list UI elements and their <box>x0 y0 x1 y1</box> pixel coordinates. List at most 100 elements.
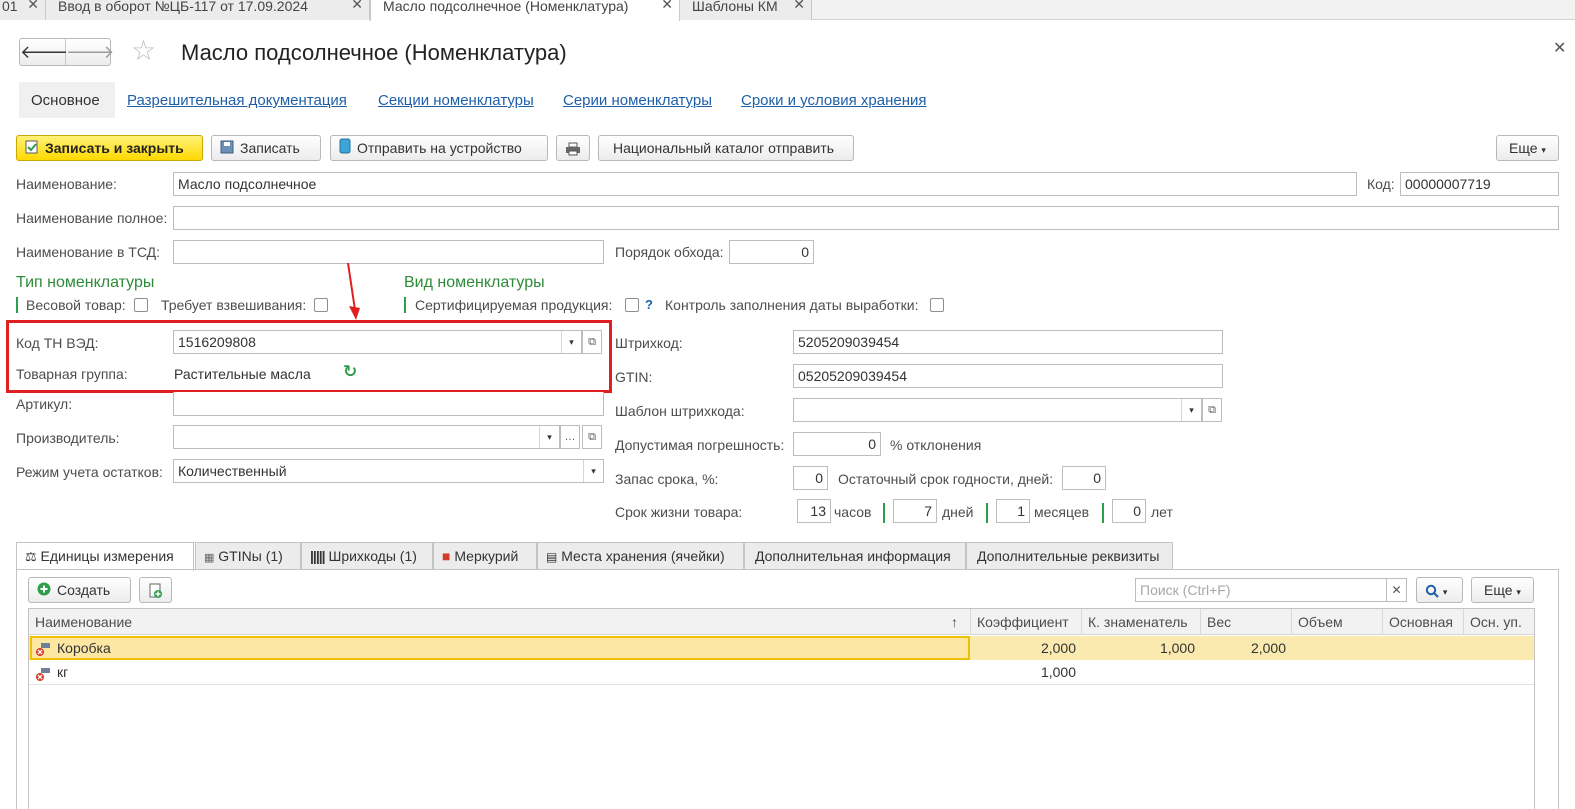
maker-input[interactable]: ▾ <box>173 425 560 449</box>
close-icon[interactable]: ✕ <box>27 0 39 11</box>
life-years-input[interactable]: 0 <box>1112 499 1146 523</box>
close-icon[interactable]: ✕ <box>661 0 673 11</box>
close-form-icon[interactable]: ✕ <box>1553 38 1566 58</box>
certified-checkbox[interactable] <box>625 298 639 312</box>
cell-denom <box>1082 660 1201 684</box>
chevron-down-icon[interactable]: ▾ <box>1181 399 1201 421</box>
barcode-input[interactable]: 5205209039454 <box>793 330 1223 354</box>
remaining-input[interactable]: 0 <box>1062 466 1106 490</box>
national-catalog-button[interactable]: Национальный каталог отправить <box>598 135 854 161</box>
reserve-label: Запас срока, %: <box>615 471 719 487</box>
barcode-tpl-input[interactable]: ▾ <box>793 398 1202 422</box>
column-header-weight[interactable]: Вес <box>1201 609 1292 635</box>
years-unit: лет <box>1151 504 1173 520</box>
help-icon[interactable]: ? <box>645 297 653 312</box>
group-bar <box>16 297 18 313</box>
code-input[interactable]: 00000007719 <box>1400 172 1559 196</box>
tab-additional-props[interactable]: Дополнительные реквизиты <box>966 542 1173 569</box>
window-tab[interactable]: 01 ✕ <box>0 0 46 20</box>
stock-mode-select[interactable]: Количественный ▾ <box>173 459 604 483</box>
gtin-input[interactable]: 05205209039454 <box>793 364 1223 388</box>
print-button[interactable] <box>556 135 590 161</box>
cell-volume <box>1292 636 1383 660</box>
cell-weight <box>1201 660 1292 684</box>
prod-date-checkbox[interactable] <box>930 298 944 312</box>
select-ellipsis-icon[interactable]: … <box>560 425 580 449</box>
open-icon[interactable]: ⧉ <box>582 330 602 354</box>
window-tab-active[interactable]: Масло подсолнечное (Номенклатура) ✕ <box>370 0 680 21</box>
favorite-star-icon[interactable]: ☆ <box>131 36 156 66</box>
tab-units[interactable]: ⚖ Единицы измерения <box>16 542 194 571</box>
clear-search-icon[interactable]: ✕ <box>1386 578 1407 602</box>
column-header-main[interactable]: Основная <box>1383 609 1464 635</box>
forward-arrow-icon[interactable]: 🡒 <box>66 39 114 65</box>
order-input[interactable]: 0 <box>729 240 814 264</box>
barcode-tpl-label: Шаблон штрихкода: <box>615 403 745 419</box>
window-tab-label: 01 <box>2 0 18 14</box>
tab-label: GTINы (1) <box>218 548 283 564</box>
article-input[interactable] <box>173 392 604 416</box>
create-button[interactable]: Создать <box>28 577 131 603</box>
nav-link-sections[interactable]: Секции номенклатуры <box>378 92 534 109</box>
window-tab[interactable]: Шаблоны КМ ✕ <box>680 0 812 20</box>
printer-icon <box>565 140 581 156</box>
maker-label: Производитель: <box>16 430 120 446</box>
need-weigh-checkbox[interactable] <box>314 298 328 312</box>
nav-link-series[interactable]: Серии номенклатуры <box>563 92 712 109</box>
refresh-icon[interactable]: ↻ <box>343 362 357 382</box>
group-bar <box>986 503 988 523</box>
send-device-button[interactable]: Отправить на устройство <box>330 135 548 161</box>
name-input[interactable]: Масло подсолнечное <box>173 172 1357 196</box>
tab-barcodes[interactable]: ||||| Шрихкоды (1) <box>301 542 433 569</box>
weight-checkbox[interactable] <box>134 298 148 312</box>
tab-storage-places[interactable]: ▤ Места хранения (ячейки) <box>537 542 744 569</box>
sort-asc-icon[interactable]: ↑ <box>951 609 958 635</box>
more-button[interactable]: Еще ▾ <box>1496 135 1559 161</box>
search-button[interactable]: ▾ <box>1416 577 1463 603</box>
tab-additional-info[interactable]: Дополнительная информация <box>744 542 966 569</box>
column-header-volume[interactable]: Объем <box>1292 609 1383 635</box>
life-days-input[interactable]: 7 <box>893 499 937 523</box>
life-hours-input[interactable]: 13 <box>797 499 831 523</box>
group-value: Растительные масла <box>174 366 311 382</box>
tsd-name-label: Наименование в ТСД: <box>16 244 160 260</box>
cell-main <box>1383 636 1464 660</box>
chevron-down-icon[interactable]: ▾ <box>561 331 581 353</box>
tolerance-input[interactable]: 0 <box>793 432 881 456</box>
nav-link-storage[interactable]: Сроки и условия хранения <box>741 92 927 109</box>
table-more-button[interactable]: Еще ▾ <box>1471 577 1534 603</box>
save-button[interactable]: Записать <box>211 135 321 161</box>
close-icon[interactable]: ✕ <box>793 0 805 11</box>
search-input[interactable]: Поиск (Ctrl+F) <box>1135 578 1387 602</box>
remaining-label: Остаточный срок годности, дней: <box>838 471 1054 487</box>
tnved-input[interactable]: 1516209808 ▾ <box>173 330 582 354</box>
copy-button[interactable] <box>139 577 172 603</box>
back-arrow-icon[interactable]: 🡐 <box>20 39 68 65</box>
open-icon[interactable]: ⧉ <box>1202 398 1222 422</box>
days-unit: дней <box>942 504 974 520</box>
chevron-down-icon[interactable]: ▾ <box>539 426 559 448</box>
save-close-button[interactable]: Записать и закрыть <box>16 135 203 161</box>
life-months-input[interactable]: 1 <box>996 499 1030 523</box>
window-tab-label: Шаблоны КМ <box>692 0 778 14</box>
column-header-coef[interactable]: Коэффициент <box>971 609 1082 635</box>
search-icon <box>1425 582 1443 599</box>
chevron-down-icon[interactable]: ▾ <box>583 460 603 482</box>
column-header-name[interactable]: Наименование ↑ <box>29 609 971 635</box>
need-weigh-label: Требует взвешивания: <box>161 297 307 313</box>
tab-label: Меркурий <box>454 548 519 564</box>
full-name-input[interactable] <box>173 206 1559 230</box>
close-icon[interactable]: ✕ <box>351 0 363 11</box>
open-icon[interactable]: ⧉ <box>582 425 602 449</box>
tab-gtins[interactable]: ▦ GTINы (1) <box>195 542 301 569</box>
tsd-name-input[interactable] <box>173 240 604 264</box>
reserve-input[interactable]: 0 <box>793 466 828 490</box>
column-header-denom[interactable]: К. знаменатель <box>1082 609 1201 635</box>
tab-mercury[interactable]: ■ Меркурий <box>433 542 537 569</box>
cell-main <box>1383 660 1464 684</box>
window-tab[interactable]: Ввод в оборот №ЦБ-117 от 17.09.2024 ✕ <box>46 0 370 20</box>
nav-link-permits[interactable]: Разрешительная документация <box>127 92 347 109</box>
cube-icon: ■ <box>442 548 451 564</box>
column-header-main-pack[interactable]: Осн. уп. <box>1464 609 1534 635</box>
nav-current[interactable]: Основное <box>31 92 100 109</box>
